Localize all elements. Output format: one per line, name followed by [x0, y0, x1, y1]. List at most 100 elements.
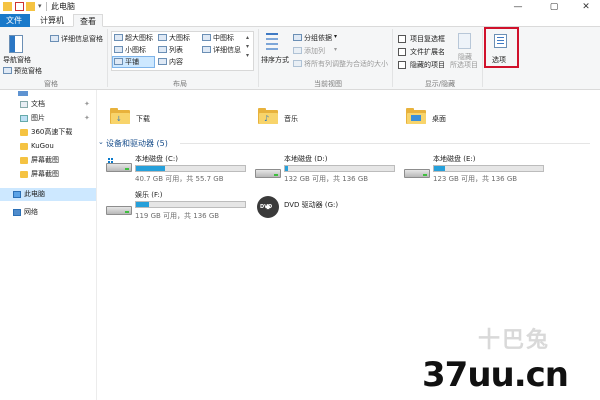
sidebar-item-network[interactable]: 网络 [0, 206, 96, 219]
new-folder-icon[interactable] [26, 2, 35, 11]
sidebar-item-pictures[interactable]: 图片 ✦ [0, 112, 96, 125]
drive-f-capacity: 119 GB 可用，共 136 GB [135, 212, 220, 220]
drive-icon[interactable] [255, 166, 281, 178]
drive-d-capacity: 132 GB 可用，共 136 GB [284, 175, 369, 183]
sidebar-item-this-pc[interactable]: 此电脑 [0, 188, 96, 201]
dvd-drive-icon[interactable]: DVD [257, 196, 279, 218]
drive-c-usage-bar [135, 165, 246, 172]
drive-e-usage-bar [433, 165, 544, 172]
options-highlight-box [484, 27, 519, 68]
drive-usage-fill [136, 202, 150, 207]
window-title: 此电脑 [51, 2, 75, 11]
layout-group-label: 布局 [173, 80, 187, 88]
windows-logo-icon [108, 158, 114, 163]
folder-music[interactable]: 音乐 [284, 114, 298, 124]
ribbon-separator [107, 29, 108, 87]
title-bar: ▾ 此电脑 — ▢ ✕ [0, 0, 600, 14]
sidebar-item-kugou[interactable]: KuGou [0, 140, 96, 153]
medium-icons-option[interactable]: 中图标 [213, 33, 234, 43]
item-checkboxes-checkbox[interactable] [398, 35, 406, 43]
drive-usage-fill [434, 166, 445, 171]
minimize-button[interactable]: — [506, 0, 530, 14]
close-button[interactable]: ✕ [574, 0, 598, 14]
layout-scroll-arrows-icon[interactable]: ▴ ▾ ▾ [246, 33, 249, 60]
add-columns-button[interactable]: 添加列 [304, 46, 325, 56]
pane-group-label: 窗格 [44, 80, 58, 88]
group-by-dropdown-icon[interactable]: ▾ [334, 33, 337, 40]
pin-icon: ✦ [84, 100, 90, 108]
medium-icons-icon [202, 34, 211, 41]
content-option[interactable]: 内容 [169, 57, 183, 67]
group-by-icon [293, 34, 302, 41]
section-divider [180, 143, 590, 144]
file-extensions-checkbox[interactable] [398, 48, 406, 56]
preview-pane-button[interactable]: 预览窗格 [14, 66, 42, 76]
drive-f-name[interactable]: 娱乐 (F:) [135, 190, 163, 200]
sidebar-item-label: 360高速下载 [31, 128, 73, 136]
sidebar-item-screenshots[interactable]: 屏幕截图 [0, 154, 96, 167]
sidebar-item-label: 文档 [31, 100, 45, 108]
maximize-button[interactable]: ▢ [542, 0, 566, 14]
ribbon-separator [392, 29, 393, 87]
group-by-button[interactable]: 分组依据 [304, 33, 332, 43]
add-columns-dropdown-icon[interactable]: ▾ [334, 46, 337, 53]
size-all-columns-button[interactable]: 将所有列调整为合适的大小 [304, 59, 388, 69]
nav-pane-button[interactable]: 导航窗格 [3, 55, 31, 65]
ribbon-tabs: 文件 计算机 查看 [0, 14, 600, 27]
folder-icon [3, 2, 12, 11]
pin-icon: ✦ [84, 114, 90, 122]
small-icons-icon [114, 46, 123, 53]
sort-by-button[interactable]: 排序方式 [261, 55, 289, 65]
downloads-partial-icon [18, 91, 28, 96]
size-all-columns-icon [293, 60, 302, 67]
drive-icon[interactable] [404, 166, 430, 178]
hidden-items-checkbox[interactable] [398, 61, 406, 69]
music-folder-icon[interactable]: ♪ [258, 108, 278, 124]
list-option[interactable]: 列表 [169, 45, 183, 55]
folder-icon [20, 157, 28, 164]
extra-large-icons-option[interactable]: 超大图标 [125, 33, 153, 43]
add-columns-icon [293, 47, 302, 54]
sidebar-item-360-download[interactable]: 360高速下载 [0, 126, 96, 139]
hide-selected-icon [458, 33, 471, 49]
small-icons-option[interactable]: 小图标 [125, 45, 146, 55]
drive-icon[interactable] [106, 203, 132, 215]
folder-icon[interactable]: ↓ [110, 108, 130, 124]
network-icon [13, 209, 21, 216]
title-divider [46, 2, 47, 11]
details-option[interactable]: 详细信息 [213, 45, 241, 55]
nav-pane-icon[interactable] [9, 35, 23, 53]
details-pane-button[interactable]: 详细信息窗格 [61, 34, 103, 44]
desktop-folder-icon[interactable] [406, 108, 426, 124]
properties-icon[interactable] [15, 2, 24, 11]
collapse-chevron-icon[interactable]: ⌄ [98, 138, 104, 146]
navigation-pane: 文档 ✦ 图片 ✦ 360高速下载 KuGou 屏幕截图 屏幕截图 此电脑 网络 [0, 90, 96, 400]
drive-f-usage-bar [135, 201, 246, 208]
tab-file[interactable]: 文件 [0, 14, 30, 27]
folder-downloads[interactable]: 下载 [136, 114, 150, 124]
large-icons-option[interactable]: 大图标 [169, 33, 190, 43]
sidebar-item-label: 屏幕截图 [31, 170, 59, 178]
folder-icon [20, 171, 28, 178]
details-icon [202, 46, 211, 53]
computer-icon [13, 191, 21, 198]
hidden-items-label: 隐藏的项目 [410, 61, 445, 69]
tiles-option[interactable]: 平铺 [125, 57, 139, 67]
pane-divider [96, 90, 97, 400]
folder-desktop[interactable]: 桌面 [432, 114, 446, 124]
show-hide-group-label: 显示/隐藏 [424, 80, 456, 88]
tab-view[interactable]: 查看 [73, 14, 103, 27]
quick-access-dropdown-icon[interactable]: ▾ [38, 2, 42, 10]
drive-g-name[interactable]: DVD 驱动器 (G:) [284, 200, 338, 210]
tab-computer[interactable]: 计算机 [34, 14, 70, 27]
sidebar-item-documents[interactable]: 文档 ✦ [0, 98, 96, 111]
large-icons-icon [158, 34, 167, 41]
sidebar-item-screenshots-2[interactable]: 屏幕截图 [0, 168, 96, 181]
drive-d-name[interactable]: 本地磁盘 (D:) [284, 154, 327, 164]
devices-section-header[interactable]: 设备和驱动器 (5) [106, 138, 168, 149]
details-pane-icon [50, 35, 59, 42]
drive-e-name[interactable]: 本地磁盘 (E:) [433, 154, 475, 164]
content-icon [158, 58, 167, 65]
drive-c-name[interactable]: 本地磁盘 (C:) [135, 154, 178, 164]
drive-c-capacity: 40.7 GB 可用，共 55.7 GB [135, 175, 224, 183]
